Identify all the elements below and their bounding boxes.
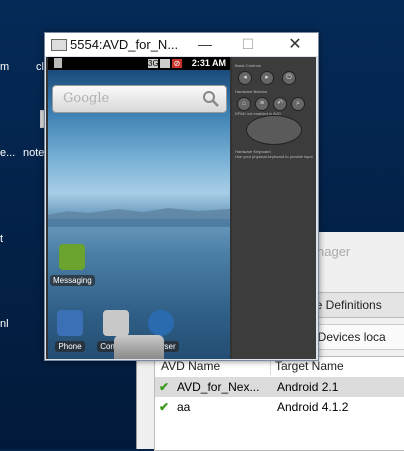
basic-controls-label: Basic Controls xyxy=(235,63,261,68)
desktop-icon-label[interactable]: t xyxy=(0,233,3,245)
power-icon[interactable]: ⏻ xyxy=(282,71,296,85)
menu-icon[interactable]: ≡ xyxy=(255,97,269,111)
keyboard-hint: Use your physical keyboard to provide in… xyxy=(235,154,313,159)
desktop-icon-label[interactable]: cl xyxy=(36,61,44,73)
signal-icon xyxy=(160,59,170,68)
avd-name-cell: AVD_for_Nex... xyxy=(177,380,260,394)
desktop-icon-label[interactable]: e... xyxy=(0,147,15,159)
app-label: Phone xyxy=(55,341,85,352)
messaging-icon xyxy=(59,244,85,270)
emulator-body: 3G ⊘ 2:31 AM Google Messaging Phone Basi… xyxy=(46,57,316,359)
app-drawer-handle[interactable] xyxy=(114,335,164,359)
maximize-button[interactable]: ☐ xyxy=(235,35,261,54)
emulator-titlebar[interactable]: 5554:AVD_for_N... — ☐ ✕ xyxy=(45,33,318,56)
contacts-icon xyxy=(103,310,129,336)
app-messaging[interactable]: Messaging xyxy=(50,244,95,288)
wallpaper-hills xyxy=(48,208,230,227)
hardware-buttons-label: Hardware Buttons xyxy=(235,89,268,94)
emulator-controls-panel: Basic Controls ◂ ▸ ⏻ Hardware Buttons ⌂ … xyxy=(232,57,316,359)
back-icon[interactable]: ↶ xyxy=(273,97,287,111)
table-row[interactable]: ✔ AVD_for_Nex... Android 2.1 xyxy=(155,377,404,397)
android-screen[interactable]: 3G ⊘ 2:31 AM Google Messaging Phone xyxy=(48,57,230,359)
target-name-cell: Android 2.1 xyxy=(277,380,339,394)
dpad-control[interactable] xyxy=(246,115,302,145)
home-icon[interactable]: ⌂ xyxy=(237,97,251,111)
sd-card-icon xyxy=(54,58,62,68)
avd-name-cell: aa xyxy=(177,400,191,414)
avd-manager-title: nager xyxy=(317,244,351,259)
browser-icon xyxy=(148,310,174,336)
app-phone[interactable]: Phone xyxy=(48,310,92,354)
android-status-bar: 3G ⊘ 2:31 AM xyxy=(48,57,230,70)
search-hw-icon[interactable]: ⌕ xyxy=(291,97,305,111)
close-button[interactable]: ✕ xyxy=(282,35,308,54)
emulator-window-title: 5554:AVD_for_N... xyxy=(70,37,179,52)
emulator-window: 5554:AVD_for_N... — ☐ ✕ 3G ⊘ 2:31 AM Goo… xyxy=(44,32,319,361)
app-label: Messaging xyxy=(50,275,95,286)
avd-table[interactable]: AVD Name Target Name ✔ AVD_for_Nex... An… xyxy=(154,356,404,451)
search-icon[interactable] xyxy=(202,90,220,108)
network-3g-icon: 3G xyxy=(148,59,159,68)
status-clock: 2:31 AM xyxy=(191,58,226,68)
volume-down-icon[interactable]: ◂ xyxy=(238,71,252,85)
minimize-button[interactable]: — xyxy=(192,35,218,54)
desktop-icon-label[interactable]: nl xyxy=(0,318,9,330)
volume-up-icon[interactable]: ▸ xyxy=(260,71,274,85)
phone-icon xyxy=(57,310,83,336)
no-sim-icon: ⊘ xyxy=(172,59,182,68)
valid-check-icon: ✔ xyxy=(159,400,170,414)
emulator-app-icon xyxy=(51,39,67,51)
target-name-cell: Android 4.1.2 xyxy=(277,400,349,414)
google-search-widget[interactable]: Google xyxy=(52,85,227,113)
valid-check-icon: ✔ xyxy=(159,380,170,394)
table-row[interactable]: ✔ aa Android 4.1.2 xyxy=(155,397,404,417)
desktop-icon-label[interactable]: note xyxy=(23,147,44,159)
google-logo: Google xyxy=(63,91,110,106)
desktop-icon-label[interactable]: m xyxy=(0,61,9,73)
